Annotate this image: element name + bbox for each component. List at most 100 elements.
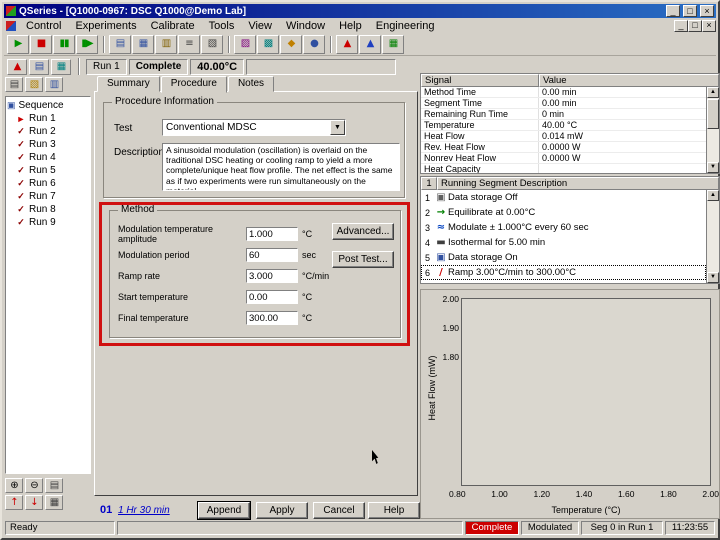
purge-gas-button[interactable]: ● <box>303 34 325 54</box>
tab-procedure[interactable]: Procedure <box>160 76 227 93</box>
modulation-analysis-button[interactable]: ▲ <box>359 34 381 54</box>
start-button[interactable]: ▶ <box>7 34 29 54</box>
chevron-down-icon[interactable]: ▼ <box>330 120 345 135</box>
sequence-run-item[interactable]: ✓ Run 4 <box>7 151 89 164</box>
segment-row[interactable]: 2 → Equilibrate at 0.00°C <box>421 205 706 220</box>
advanced-button[interactable]: Advanced... <box>332 223 394 240</box>
status-modulated-badge: Modulated <box>521 520 579 535</box>
run-options-button[interactable]: ▤ <box>45 478 63 493</box>
menu-calibrate[interactable]: Calibrate <box>144 19 202 33</box>
analysis-button[interactable]: ▲ <box>336 34 358 54</box>
menu-control[interactable]: Control <box>19 19 68 33</box>
minimize-button[interactable]: _ <box>666 5 680 17</box>
tab-summary[interactable]: Summary <box>97 76 160 92</box>
mdi-restore-button[interactable]: □ <box>688 19 702 32</box>
run-list-button[interactable]: ≡ <box>178 34 200 54</box>
plot-window-button[interactable]: ▦ <box>51 58 71 75</box>
signals-scrollbar[interactable]: ▲ ▼ <box>706 87 719 173</box>
modulation-period-input[interactable] <box>246 248 298 262</box>
plot-window-icon: ▦ <box>56 60 67 72</box>
plot-area[interactable] <box>461 298 711 486</box>
signal-value: 0.014 mW <box>542 131 584 141</box>
add-run-button[interactable]: ⊕ <box>5 478 23 493</box>
sequence-root-node[interactable]: ▣ Sequence <box>7 99 89 112</box>
mdi-minimize-button[interactable]: _ <box>674 19 688 32</box>
scrollbar-thumb[interactable] <box>707 99 719 129</box>
alarm-button[interactable]: ▲ <box>7 58 27 75</box>
append-button[interactable]: Append <box>197 501 251 520</box>
sequence-run-item[interactable]: ✓ Run 7 <box>7 190 89 203</box>
segment-row[interactable]: 6 / Ramp 3.00°C/min to 300.00°C <box>421 265 706 280</box>
sequence-run-item[interactable]: ► Run 1 <box>7 112 89 125</box>
sequence-list[interactable]: ▣ Sequence ► Run 1 ✓ Run 2 ✓ Run 3 ✓ Run 4 ✓ Run … <box>5 96 91 474</box>
scroll-down-icon[interactable]: ▼ <box>707 272 719 283</box>
scroll-up-icon[interactable]: ▲ <box>707 190 719 201</box>
signal-panel-button[interactable]: ▩ <box>257 34 279 54</box>
move-up-button[interactable]: ↑ <box>5 495 23 510</box>
menu-view[interactable]: View <box>241 19 279 33</box>
close-button[interactable]: × <box>700 5 714 17</box>
sequence-run-item[interactable]: ✓ Run 5 <box>7 164 89 177</box>
notes-view-button[interactable]: ▥ <box>155 34 177 54</box>
scroll-up-icon[interactable]: ▲ <box>707 87 719 98</box>
open-sequence-button[interactable]: ▧ <box>25 77 43 92</box>
instrument-control-button[interactable]: ▨ <box>234 34 256 54</box>
post-test-button[interactable]: Post Test... <box>332 251 394 268</box>
procedure-view-button[interactable]: ▦ <box>132 34 154 54</box>
menu-engineering[interactable]: Engineering <box>369 19 442 33</box>
delete-run-button[interactable]: ⊖ <box>25 478 43 493</box>
estimated-run-time-link[interactable]: 1 Hr 30 min <box>118 505 170 516</box>
menu-help[interactable]: Help <box>332 19 369 33</box>
move-down-button[interactable]: ↓ <box>25 495 43 510</box>
new-sequence-button[interactable]: ▤ <box>5 77 23 92</box>
purge-gas-icon: ● <box>310 38 319 49</box>
menu-experiments[interactable]: Experiments <box>68 19 143 33</box>
start-temperature-input[interactable] <box>246 290 298 304</box>
segment-row[interactable]: 4 ▬ Isothermal for 5.00 min <box>421 235 706 250</box>
description-textarea[interactable]: A sinusoidal modulation (oscillation) is… <box>162 143 400 191</box>
start-temperature-unit: °C <box>302 292 313 302</box>
apply-button[interactable]: Apply <box>256 502 308 519</box>
segment-row[interactable]: 1 ▣ Data storage Off <box>421 190 706 205</box>
start-icon: ▶ <box>14 38 23 49</box>
active-run-tab[interactable]: Run 1 <box>86 58 127 75</box>
segment-row[interactable]: 5 ▣ Data storage On <box>421 250 706 265</box>
cancel-button[interactable]: Cancel <box>313 502 365 519</box>
test-combobox[interactable]: Conventional MDSC ▼ <box>162 119 346 136</box>
sequence-run-item[interactable]: ✓ Run 8 <box>7 203 89 216</box>
pause-button[interactable]: ▮▮ <box>53 34 75 54</box>
x-tick-label: 1.60 <box>617 489 635 499</box>
signal-value: 0.0000 W <box>542 142 581 152</box>
signal-row: Remaining Run Time 0 min <box>421 109 706 120</box>
final-temperature-input[interactable] <box>246 311 298 325</box>
help-button[interactable]: Help <box>368 502 420 519</box>
wizard-button[interactable]: ▦ <box>382 34 404 54</box>
segment-row[interactable]: 3 ≈ Modulate ± 1.000°C every 60 sec <box>421 220 706 235</box>
sequence-run-item[interactable]: ✓ Run 9 <box>7 216 89 229</box>
maximize-button[interactable]: □ <box>683 5 697 17</box>
experiment-editor: Summary Procedure Notes Procedure Inform… <box>94 76 420 522</box>
run-status-cell: Complete <box>128 58 189 75</box>
realtime-signal-button[interactable]: ▤ <box>29 58 49 75</box>
view-grid-button[interactable]: ▦ <box>45 495 63 510</box>
tab-notes[interactable]: Notes <box>227 76 275 92</box>
sequence-run-item[interactable]: ✓ Run 3 <box>7 138 89 151</box>
sequence-run-item[interactable]: ✓ Run 6 <box>7 177 89 190</box>
step-button[interactable]: ▮▶ <box>76 34 98 54</box>
menu-tools[interactable]: Tools <box>202 19 242 33</box>
procedure-information-legend: Procedure Information <box>112 96 217 107</box>
modulation-amplitude-input[interactable] <box>246 227 298 241</box>
toolbar-separator <box>78 58 80 75</box>
mdi-close-button[interactable]: × <box>702 19 716 32</box>
ramp-rate-input[interactable] <box>246 269 298 283</box>
sequence-run-item[interactable]: ✓ Run 2 <box>7 125 89 138</box>
experiment-view-button[interactable]: ▤ <box>109 34 131 54</box>
segment-description: Modulate ± 1.000°C every 60 sec <box>448 222 589 233</box>
stop-button[interactable]: ■ <box>30 34 52 54</box>
save-sequence-button[interactable]: ▥ <box>45 77 63 92</box>
segments-scrollbar[interactable]: ▲ ▼ <box>706 190 719 283</box>
scroll-down-icon[interactable]: ▼ <box>707 162 719 173</box>
copy-run-button[interactable]: ▧ <box>201 34 223 54</box>
menu-window[interactable]: Window <box>279 19 332 33</box>
calibration-button[interactable]: ◆ <box>280 34 302 54</box>
